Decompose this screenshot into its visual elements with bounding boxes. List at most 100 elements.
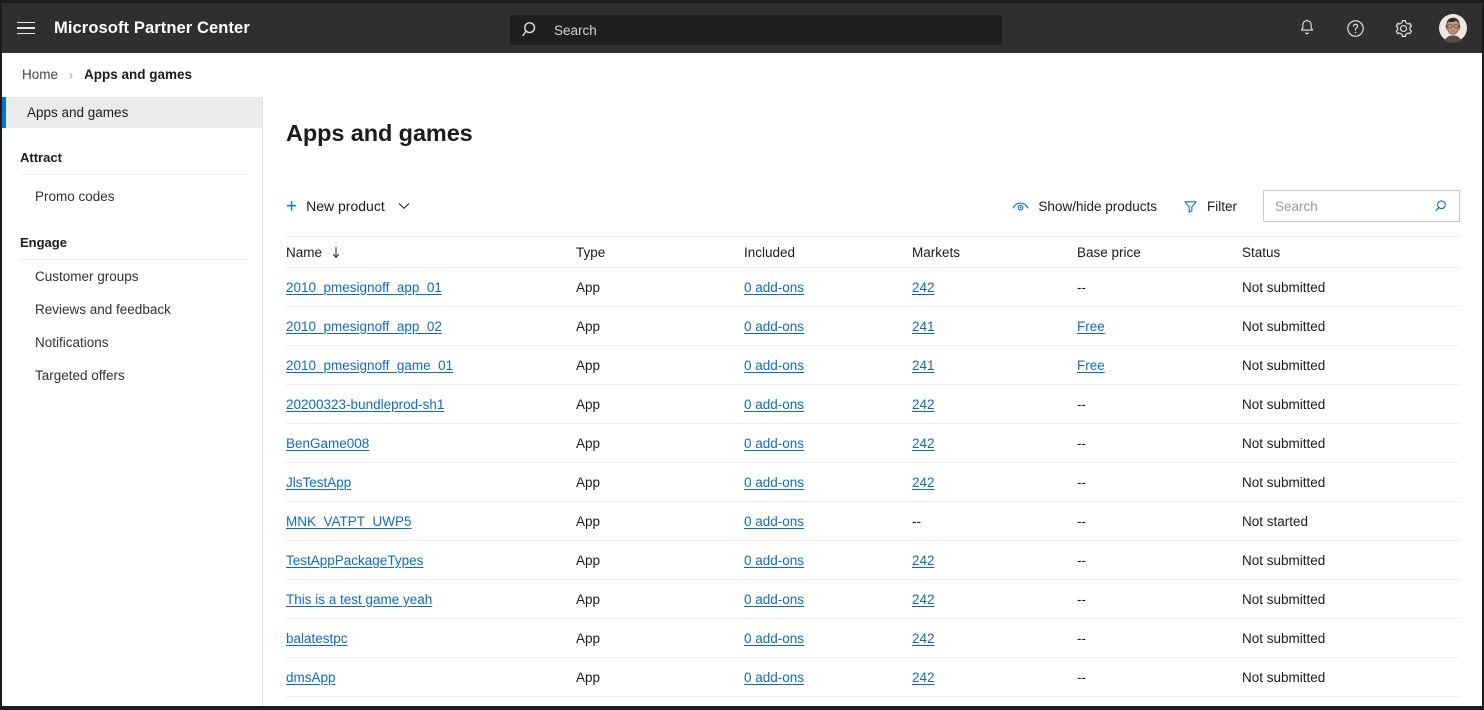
add-ons-link[interactable]: 0 add-ons: [744, 670, 804, 685]
add-ons-link[interactable]: 0 add-ons: [744, 358, 804, 373]
column-header-markets[interactable]: Markets: [912, 245, 1077, 260]
add-ons-link[interactable]: 0 add-ons: [744, 436, 804, 451]
cell-markets: 241: [912, 319, 1077, 334]
markets-value[interactable]: 242: [912, 397, 935, 412]
cell-base-price: --: [1077, 592, 1242, 607]
show-hide-products-button[interactable]: Show/hide products: [1012, 191, 1157, 221]
add-ons-link[interactable]: 0 add-ons: [744, 475, 804, 490]
markets-value[interactable]: 242: [912, 436, 935, 451]
sidebar-item-apps-and-games[interactable]: Apps and games: [2, 97, 262, 128]
sidebar-item-reviews-and-feedback[interactable]: Reviews and feedback: [20, 293, 248, 326]
sidebar-item-notifications[interactable]: Notifications: [20, 326, 248, 359]
markets-value[interactable]: 241: [912, 319, 935, 334]
sidebar-item-promo-codes[interactable]: Promo codes: [20, 180, 248, 213]
base-price-value[interactable]: Free: [1077, 358, 1105, 373]
cell-name: TestAppPackageTypes: [286, 553, 576, 568]
search-icon[interactable]: [1434, 198, 1451, 215]
cell-type: App: [576, 475, 744, 490]
base-price-value: --: [1077, 669, 1086, 685]
settings-gear-icon[interactable]: [1390, 15, 1416, 41]
add-ons-link[interactable]: 0 add-ons: [744, 592, 804, 607]
cell-markets: 242: [912, 631, 1077, 646]
product-name-link[interactable]: balatestpc: [286, 631, 348, 646]
column-header-type[interactable]: Type: [576, 245, 744, 260]
base-price-value: --: [1077, 474, 1086, 490]
product-name-link[interactable]: JlsTestApp: [286, 475, 351, 490]
product-name-link[interactable]: 2010_pmesignoff_app_02: [286, 319, 442, 334]
cell-status: Not submitted: [1242, 670, 1460, 685]
status-value: Not submitted: [1242, 279, 1326, 295]
add-ons-link[interactable]: 0 add-ons: [744, 280, 804, 295]
column-header-base-price[interactable]: Base price: [1077, 245, 1242, 260]
cell-markets: 242: [912, 475, 1077, 490]
table-row: dmsApp App 0 add-ons 242 -- Not submitted: [286, 658, 1460, 697]
table-row: 2010_pmesignoff_app_01 App 0 add-ons 242 -- N…: [286, 268, 1460, 307]
column-header-name[interactable]: Name: [286, 245, 576, 260]
cell-markets: 242: [912, 436, 1077, 451]
products-search-input[interactable]: Search: [1263, 190, 1460, 222]
cell-included: 0 add-ons: [744, 436, 912, 451]
product-name-link[interactable]: MNK_VATPT_UWP5: [286, 514, 412, 529]
cell-type: App: [576, 280, 744, 295]
table-row: 2010_pmesignoff_game_01 App 0 add-ons 241 Fr…: [286, 346, 1460, 385]
cell-markets: 242: [912, 592, 1077, 607]
product-name-link[interactable]: BenGame008: [286, 436, 369, 451]
cell-base-price: --: [1077, 631, 1242, 646]
cell-base-price: --: [1077, 553, 1242, 568]
cell-base-price: --: [1077, 514, 1242, 529]
column-header-included[interactable]: Included: [744, 245, 912, 260]
base-price-value: --: [1077, 279, 1086, 295]
new-product-button[interactable]: + New product: [286, 191, 414, 221]
base-price-value: --: [1077, 630, 1086, 646]
main-content-area: Apps and games + New product Show/hide p…: [264, 97, 1482, 706]
markets-value[interactable]: 242: [912, 475, 935, 490]
cell-status: Not submitted: [1242, 592, 1460, 607]
hamburger-line: [17, 27, 35, 29]
breadcrumb-item-home[interactable]: Home: [22, 67, 58, 82]
product-name-link[interactable]: TestAppPackageTypes: [286, 553, 423, 568]
new-product-label: New product: [306, 198, 385, 214]
top-navigation-bar: Microsoft Partner Center Search: [2, 3, 1482, 53]
cell-status: Not submitted: [1242, 475, 1460, 490]
product-type: App: [576, 396, 601, 412]
product-name-link[interactable]: dmsApp: [286, 670, 336, 685]
markets-value[interactable]: 241: [912, 358, 935, 373]
hamburger-menu-icon[interactable]: [2, 3, 50, 53]
product-type: App: [576, 513, 601, 529]
status-value: Not submitted: [1242, 474, 1326, 490]
status-value: Not submitted: [1242, 552, 1326, 568]
sidebar-item-customer-groups[interactable]: Customer groups: [20, 260, 248, 293]
markets-value[interactable]: 242: [912, 553, 935, 568]
markets-value[interactable]: 242: [912, 670, 935, 685]
add-ons-link[interactable]: 0 add-ons: [744, 514, 804, 529]
product-name-link[interactable]: 2010_pmesignoff_game_01: [286, 358, 453, 373]
cell-status: Not submitted: [1242, 631, 1460, 646]
filter-button[interactable]: Filter: [1183, 191, 1237, 221]
cell-name: balatestpc: [286, 631, 576, 646]
product-name-link[interactable]: This is a test game yeah: [286, 592, 432, 607]
cell-status: Not submitted: [1242, 553, 1460, 568]
add-ons-link[interactable]: 0 add-ons: [744, 553, 804, 568]
cell-included: 0 add-ons: [744, 280, 912, 295]
column-header-status[interactable]: Status: [1242, 245, 1460, 260]
notifications-icon[interactable]: [1294, 15, 1320, 41]
product-name-link[interactable]: 2010_pmesignoff_app_01: [286, 280, 442, 295]
markets-value[interactable]: 242: [912, 592, 935, 607]
status-value: Not submitted: [1242, 669, 1326, 685]
breadcrumb-separator-icon: ›: [69, 67, 74, 82]
markets-value[interactable]: 242: [912, 631, 935, 646]
status-value: Not submitted: [1242, 396, 1326, 412]
product-name-link[interactable]: 20200323-bundleprod-sh1: [286, 397, 444, 412]
add-ons-link[interactable]: 0 add-ons: [744, 319, 804, 334]
help-icon[interactable]: [1342, 15, 1368, 41]
add-ons-link[interactable]: 0 add-ons: [744, 631, 804, 646]
sidebar-item-targeted-offers[interactable]: Targeted offers: [20, 359, 248, 392]
add-ons-link[interactable]: 0 add-ons: [744, 397, 804, 412]
cell-included: 0 add-ons: [744, 358, 912, 373]
product-type: App: [576, 552, 601, 568]
table-row: TestAppPackageTypes App 0 add-ons 242 -- Not …: [286, 541, 1460, 580]
markets-value[interactable]: 242: [912, 280, 935, 295]
base-price-value[interactable]: Free: [1077, 319, 1105, 334]
global-search-box[interactable]: Search: [510, 15, 1002, 45]
user-avatar[interactable]: [1438, 13, 1468, 43]
